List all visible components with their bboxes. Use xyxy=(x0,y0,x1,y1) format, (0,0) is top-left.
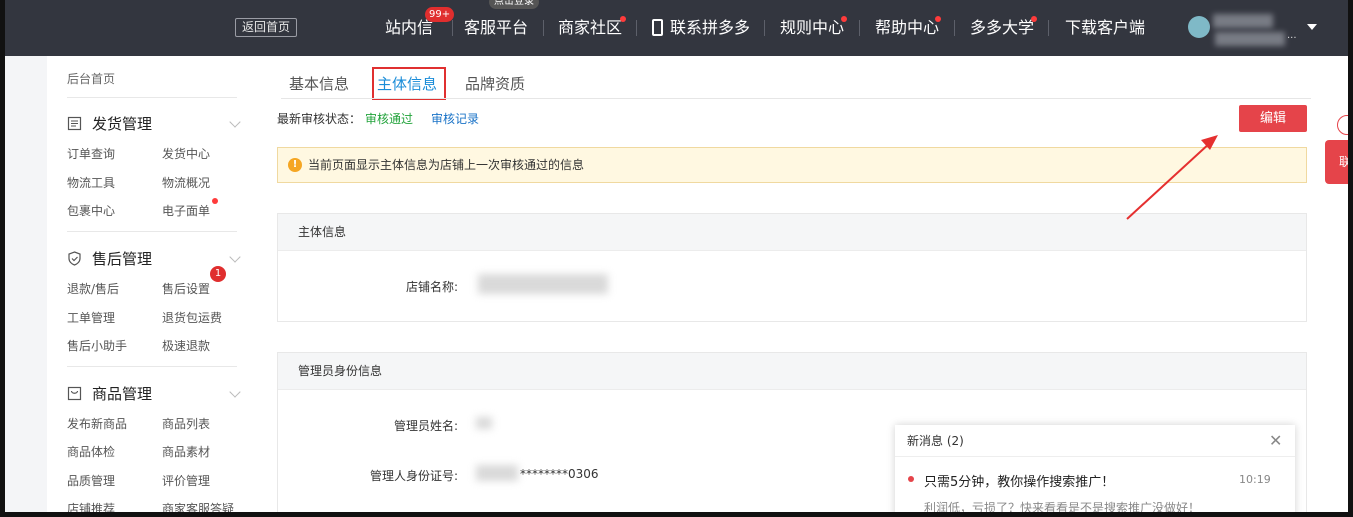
shop-name-redacted xyxy=(478,274,608,294)
sidebar-item-quality[interactable]: 品质管理 xyxy=(67,472,115,489)
nav-divider xyxy=(764,20,765,36)
admin-name-redacted xyxy=(476,417,492,429)
shield-check-icon xyxy=(68,251,81,266)
login-tooltip: 点击登录 xyxy=(489,0,539,9)
entity-info-card: 主体信息 店铺名称: xyxy=(277,213,1307,322)
sidebar-group-label: 发货管理 xyxy=(92,115,153,133)
nav-divider xyxy=(636,20,637,36)
product-box-icon xyxy=(67,386,82,401)
sidebar-item-shipping-center[interactable]: 发货中心 xyxy=(162,145,210,162)
document-list-icon xyxy=(67,116,82,131)
sidebar-item-reviews[interactable]: 评价管理 xyxy=(162,472,210,489)
admin-id-redacted xyxy=(476,465,518,481)
sidebar-item-logistics-tools[interactable]: 物流工具 xyxy=(67,174,115,191)
nav-download-client[interactable]: 下载客户端 xyxy=(1065,0,1145,56)
nav-help-center[interactable]: 帮助中心 xyxy=(875,0,939,56)
tab-brand-qualification[interactable]: 品牌资质 xyxy=(465,73,525,94)
notice-banner: ! 当前页面显示主体信息为店铺上一次审核通过的信息 xyxy=(277,147,1307,183)
tab-divider xyxy=(281,98,1311,99)
sidebar-item-fast-refund[interactable]: 极速退款 xyxy=(162,337,210,354)
sidebar-group-label: 售后管理 xyxy=(92,250,153,268)
sidebar-item-e-waybill[interactable]: 电子面单 xyxy=(162,202,210,219)
sidebar-item-parcel-center[interactable]: 包裹中心 xyxy=(67,202,115,219)
top-nav: 返回首页 站内信 99+ 客服平台 点击登录 商家社区 联系拼多多 规则中心 帮… xyxy=(5,0,1348,56)
card-title: 管理员身份信息 xyxy=(278,353,1306,390)
review-status-label: 最新审核状态： xyxy=(277,112,362,126)
nav-divider xyxy=(452,20,453,36)
nav-divider xyxy=(954,20,955,36)
shop-name-label: 店铺名称: xyxy=(406,280,459,294)
message-popup: 新消息 (2) ✕ 只需5分钟，教你操作搜索推广！ 10:19 利润低，亏损了？… xyxy=(895,425,1295,512)
tab-basic-info[interactable]: 基本信息 xyxy=(289,73,349,94)
review-status-value: 审核通过 xyxy=(365,112,414,126)
sidebar-group-aftersales[interactable]: 售后管理 xyxy=(67,248,152,269)
message-title[interactable]: 只需5分钟，教你操作搜索推广！ xyxy=(924,471,1114,490)
chevron-down-icon[interactable] xyxy=(229,386,241,398)
sidebar-item-publish-product[interactable]: 发布新商品 xyxy=(67,415,127,432)
sidebar-divider xyxy=(67,231,237,232)
nav-divider xyxy=(543,20,544,36)
sidebar-divider xyxy=(67,97,237,98)
community-dot xyxy=(620,16,626,22)
sidebar-item-product-materials[interactable]: 商品素材 xyxy=(162,443,210,460)
float-contact-tab[interactable]: 联 xyxy=(1325,140,1348,184)
sidebar-item-aftersales-assistant[interactable]: 售后小助手 xyxy=(67,337,127,354)
sidebar-divider xyxy=(67,366,237,367)
nav-contact-pdd[interactable]: 联系拼多多 xyxy=(670,0,750,56)
sidebar-item-aftersales-settings[interactable]: 售后设置 xyxy=(162,280,210,297)
sidebar-item-tickets[interactable]: 工单管理 xyxy=(67,309,115,326)
app-frame: 返回首页 站内信 99+ 客服平台 点击登录 商家社区 联系拼多多 规则中心 帮… xyxy=(5,0,1348,512)
sidebar-item-order-query[interactable]: 订单查询 xyxy=(67,145,115,162)
admin-id-label: 管理人身份证号: xyxy=(370,469,459,483)
e-waybill-dot xyxy=(212,198,218,204)
chevron-down-icon[interactable] xyxy=(229,116,241,128)
nav-inbox[interactable]: 站内信 xyxy=(385,0,433,56)
unread-dot xyxy=(908,476,914,482)
sidebar: 后台首页 发货管理 订单查询 发货中心 物流工具 物流概况 包裹中心 电子面单 … xyxy=(47,56,257,512)
sidebar-item-home[interactable]: 后台首页 xyxy=(67,70,115,87)
sidebar-item-product-check[interactable]: 商品体检 xyxy=(67,443,115,460)
notice-text: 当前页面显示主体信息为店铺上一次审核通过的信息 xyxy=(308,158,585,172)
warning-icon: ! xyxy=(288,158,302,172)
phone-icon xyxy=(652,19,663,36)
sidebar-group-label: 商品管理 xyxy=(92,385,153,403)
active-tab-highlight xyxy=(372,67,446,100)
admin-id-value: ********0306 xyxy=(520,467,599,481)
card-title: 主体信息 xyxy=(278,214,1306,251)
sidebar-group-shipping[interactable]: 发货管理 xyxy=(67,113,152,134)
sidebar-group-products[interactable]: 商品管理 xyxy=(67,383,152,404)
message-body: 利润低，亏损了？快来看看是不是搜索推广没做好！ xyxy=(924,501,1201,512)
edit-button[interactable]: 编辑 xyxy=(1239,105,1307,132)
university-dot xyxy=(1031,16,1037,22)
nav-merchant-community[interactable]: 商家社区 xyxy=(558,0,622,56)
review-status-row: 最新审核状态： 审核通过 审核记录 xyxy=(277,110,479,127)
review-history-link[interactable]: 审核记录 xyxy=(431,112,479,126)
back-home-button[interactable]: 返回首页 xyxy=(235,18,298,37)
message-time: 10:19 xyxy=(1239,473,1271,486)
sidebar-item-logistics-overview[interactable]: 物流概况 xyxy=(162,174,210,191)
sidebar-item-refund[interactable]: 退款/售后 xyxy=(67,280,119,297)
nav-divider xyxy=(859,20,860,36)
help-dot xyxy=(935,16,941,22)
close-icon[interactable]: ✕ xyxy=(1269,431,1282,450)
user-ellipsis: ... xyxy=(1287,30,1297,41)
avatar[interactable] xyxy=(1188,16,1210,38)
inbox-badge: 99+ xyxy=(425,7,455,22)
sidebar-item-customer-qa[interactable]: 商家客服答疑 xyxy=(162,500,234,512)
nav-rules-center[interactable]: 规则中心 xyxy=(780,0,844,56)
message-header: 新消息 (2) xyxy=(895,425,1295,457)
nav-divider xyxy=(1048,20,1049,36)
sidebar-item-shop-recommend[interactable]: 店铺推荐 xyxy=(67,500,115,512)
nav-duoduo-university[interactable]: 多多大学 xyxy=(970,0,1034,56)
shopname-redacted xyxy=(1215,32,1285,46)
aftersales-badge: 1 xyxy=(210,266,226,282)
chevron-down-icon[interactable] xyxy=(229,251,241,263)
sidebar-item-product-list[interactable]: 商品列表 xyxy=(162,415,210,432)
admin-name-label: 管理员姓名: xyxy=(394,419,459,433)
sidebar-item-return-shipping[interactable]: 退货包运费 xyxy=(162,309,222,326)
username-redacted xyxy=(1213,14,1273,28)
rules-dot xyxy=(841,16,847,22)
chevron-down-icon[interactable] xyxy=(1307,24,1317,30)
